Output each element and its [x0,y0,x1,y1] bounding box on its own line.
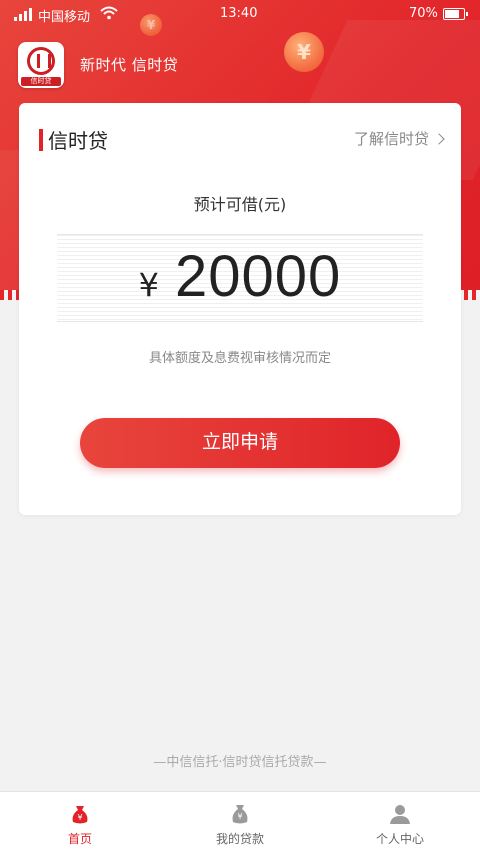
carrier-name: 中国移动 [38,10,91,25]
chevron-right-icon [433,132,445,145]
tab-my-loans-label: 我的贷款 [215,832,264,846]
app-logo: 信时贷 [18,42,64,88]
app-title: 新时代 信时贷 [80,56,179,74]
status-bar: 中国移动 13:40 70% [0,0,480,28]
home-moneybag-icon: ¥ [72,806,88,824]
tab-profile-label: 个人中心 [375,832,424,846]
apply-button[interactable]: 立即申请 [80,418,400,468]
tab-home-label: 首页 [67,832,92,846]
footer-text: —中信信托·信时贷信托贷款— [153,755,327,770]
page: ¥ ¥ 中国移动 13:40 70% 信时贷 新时代 信时贷 信时贷 了解信时贷… [0,0,480,854]
svg-text:¥: ¥ [237,812,242,821]
estimate-label: 预计可借(元) [193,195,287,214]
clock: 13:40 [220,6,258,21]
tab-profile[interactable]: 个人中心 [320,792,480,854]
loan-bag-icon: ¥ [232,805,248,824]
learn-more-label: 了解信时贷 [353,130,429,148]
battery-percent: 70% [409,6,438,21]
loan-amount: ¥ 20000 [19,243,461,310]
title-accent-bar [39,129,43,151]
user-icon [390,805,410,824]
logo-tag: 信时贷 [21,77,61,86]
tab-my-loans[interactable]: ¥ 我的贷款 [160,792,320,854]
signal-icon [14,8,32,21]
tab-home[interactable]: ¥ 首页 [0,792,160,854]
card-title: 信时贷 [48,129,108,153]
battery-icon [443,8,468,20]
learn-more-link[interactable]: 了解信时贷 [353,128,445,149]
svg-text:¥: ¥ [77,813,82,822]
currency-symbol: ¥ [138,266,160,304]
tab-bar: ¥ 首页 ¥ 我的贷款 个人中心 [0,791,480,854]
loan-card: 信时贷 了解信时贷 预计可借(元) ¥ 20000 具体额度及息费视审核情况而定… [19,103,461,515]
amount-value: 20000 [175,244,342,309]
amount-note: 具体额度及息费视审核情况而定 [148,351,331,366]
wifi-icon [100,6,118,20]
coin-icon: ¥ [284,32,324,72]
